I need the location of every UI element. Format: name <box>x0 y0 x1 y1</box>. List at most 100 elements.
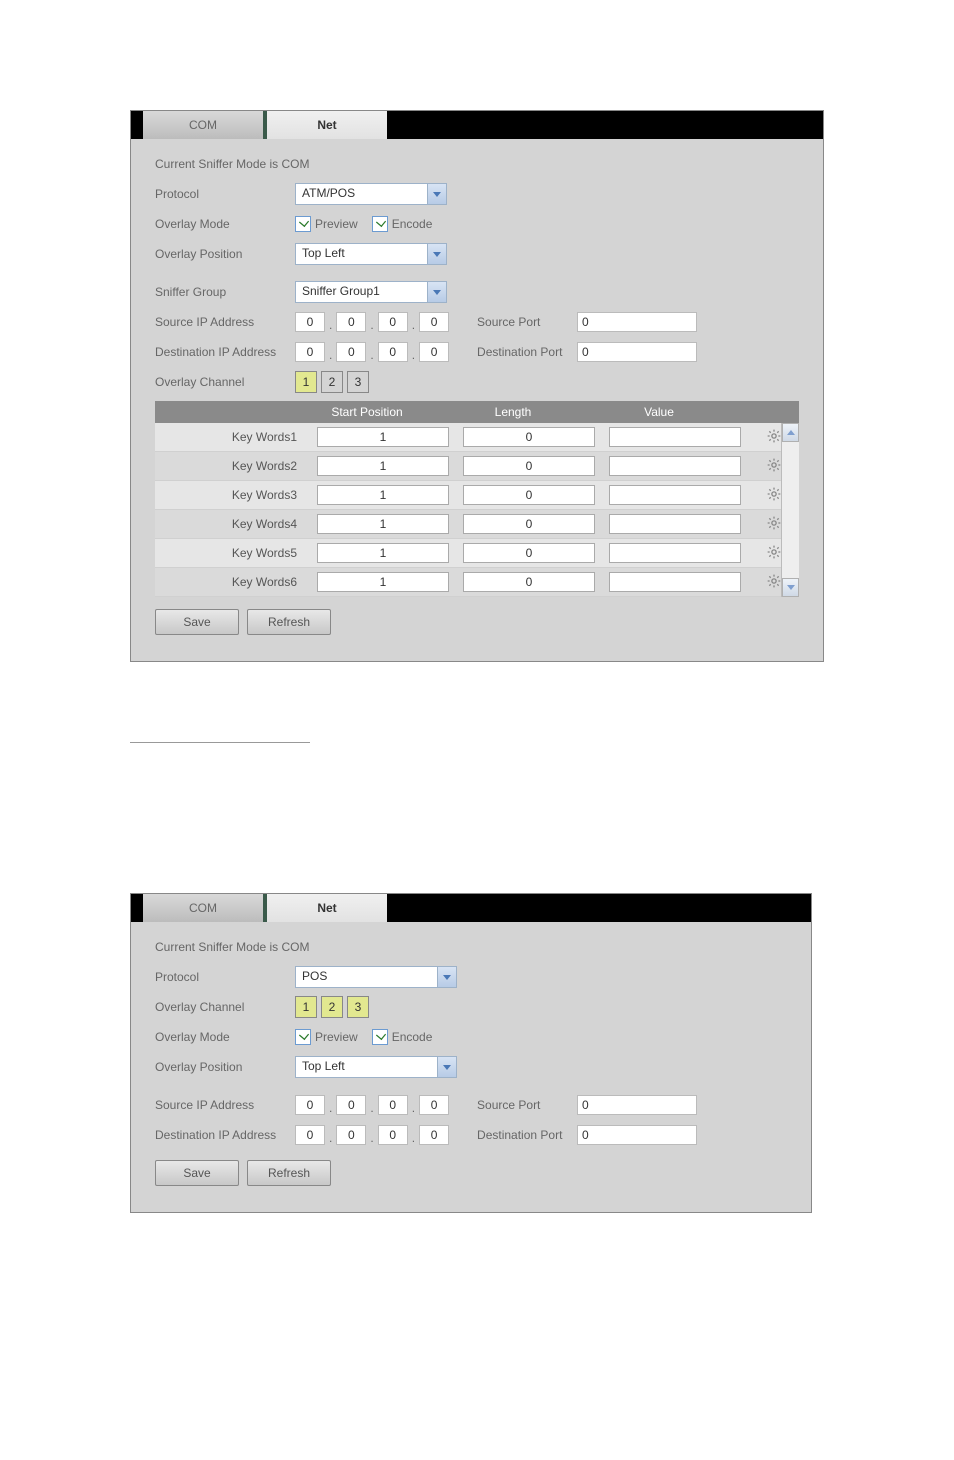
preview-checkbox[interactable] <box>295 1029 311 1045</box>
source-port-input[interactable]: 0 <box>577 1095 697 1115</box>
start-position-input[interactable]: 1 <box>317 543 449 563</box>
save-button[interactable]: Save <box>155 609 239 635</box>
dest-port-input[interactable]: 0 <box>577 342 697 362</box>
table-row: Key Words210 <box>155 452 799 481</box>
gear-icon[interactable] <box>766 544 782 560</box>
value-input[interactable] <box>609 485 741 505</box>
sniffer-panel-pos: COM Net Current Sniffer Mode is COM Prot… <box>130 893 812 1213</box>
value-input[interactable] <box>609 514 741 534</box>
overlay-channel-buttons: 123 <box>295 371 373 393</box>
channel-2-button[interactable]: 2 <box>321 996 343 1018</box>
value-input[interactable] <box>609 572 741 592</box>
source-ip-seg-1[interactable]: 0 <box>336 312 366 332</box>
channel-1-button[interactable]: 1 <box>295 371 317 393</box>
dest-ip-seg-1[interactable]: 0 <box>336 342 366 362</box>
keywords-table: Start Position Length Value Key Words110… <box>155 401 799 597</box>
channel-2-button[interactable]: 2 <box>321 371 343 393</box>
start-position-input[interactable]: 1 <box>317 456 449 476</box>
channel-1-button[interactable]: 1 <box>295 996 317 1018</box>
overlay-position-select[interactable]: Top Left <box>295 1056 457 1078</box>
start-position-input[interactable]: 1 <box>317 485 449 505</box>
kw-row-label: Key Words5 <box>155 546 317 560</box>
protocol-select[interactable]: ATM/POS <box>295 183 447 205</box>
sniffer-group-value: Sniffer Group1 <box>296 282 427 302</box>
label-sniffer-group: Sniffer Group <box>155 285 295 299</box>
encode-checkbox[interactable] <box>372 1029 388 1045</box>
dest-ip-seg-2[interactable]: 0 <box>378 1125 408 1145</box>
dest-ip-seg-1[interactable]: 0 <box>336 1125 366 1145</box>
label-source-port: Source Port <box>477 1098 577 1112</box>
kw-head-length: Length <box>443 405 583 419</box>
encode-checkbox[interactable] <box>372 216 388 232</box>
source-ip-seg-3[interactable]: 0 <box>419 312 449 332</box>
overlay-position-value: Top Left <box>296 1057 437 1077</box>
preview-label: Preview <box>315 217 358 231</box>
protocol-select[interactable]: POS <box>295 966 457 988</box>
value-input[interactable] <box>609 543 741 563</box>
label-source-ip: Source IP Address <box>155 315 295 329</box>
refresh-button[interactable]: Refresh <box>247 1160 331 1186</box>
source-ip-seg-3[interactable]: 0 <box>419 1095 449 1115</box>
label-protocol: Protocol <box>155 187 295 201</box>
source-ip-seg-0[interactable]: 0 <box>295 312 325 332</box>
gear-icon[interactable] <box>766 486 782 502</box>
channel-3-button[interactable]: 3 <box>347 996 369 1018</box>
length-input[interactable]: 0 <box>463 543 595 563</box>
gear-icon[interactable] <box>766 428 782 444</box>
dest-ip-seg-3[interactable]: 0 <box>419 1125 449 1145</box>
length-input[interactable]: 0 <box>463 427 595 447</box>
refresh-button[interactable]: Refresh <box>247 609 331 635</box>
kw-row-label: Key Words2 <box>155 459 317 473</box>
length-input[interactable]: 0 <box>463 514 595 534</box>
source-ip-seg-2[interactable]: 0 <box>378 312 408 332</box>
label-overlay-mode: Overlay Mode <box>155 1030 295 1044</box>
overlay-position-select[interactable]: Top Left <box>295 243 447 265</box>
scroll-down-button[interactable] <box>782 578 799 597</box>
save-button[interactable]: Save <box>155 1160 239 1186</box>
scroll-up-button[interactable] <box>782 423 799 442</box>
source-ip-seg-0[interactable]: 0 <box>295 1095 325 1115</box>
length-input[interactable]: 0 <box>463 485 595 505</box>
length-input[interactable]: 0 <box>463 572 595 592</box>
dest-ip-seg-3[interactable]: 0 <box>419 342 449 362</box>
source-ip-seg-2[interactable]: 0 <box>378 1095 408 1115</box>
dot-icon: . <box>366 1101 377 1115</box>
source-ip-seg-1[interactable]: 0 <box>336 1095 366 1115</box>
dot-icon: . <box>325 348 336 362</box>
dot-icon: . <box>325 1131 336 1145</box>
preview-checkbox[interactable] <box>295 216 311 232</box>
dest-ip-seg-0[interactable]: 0 <box>295 1125 325 1145</box>
table-row: Key Words410 <box>155 510 799 539</box>
source-port-input[interactable]: 0 <box>577 312 697 332</box>
preview-label: Preview <box>315 1030 358 1044</box>
dest-ip-seg-0[interactable]: 0 <box>295 342 325 362</box>
sniffer-group-select[interactable]: Sniffer Group1 <box>295 281 447 303</box>
gear-icon[interactable] <box>766 457 782 473</box>
label-overlay-mode: Overlay Mode <box>155 217 295 231</box>
start-position-input[interactable]: 1 <box>317 427 449 447</box>
channel-3-button[interactable]: 3 <box>347 371 369 393</box>
dot-icon: . <box>366 1131 377 1145</box>
length-input[interactable]: 0 <box>463 456 595 476</box>
start-position-input[interactable]: 1 <box>317 514 449 534</box>
tab-net[interactable]: Net <box>267 894 387 922</box>
start-position-input[interactable]: 1 <box>317 572 449 592</box>
tab-bar: COM Net <box>131 894 811 922</box>
value-input[interactable] <box>609 456 741 476</box>
gear-icon[interactable] <box>766 515 782 531</box>
label-protocol: Protocol <box>155 970 295 984</box>
tab-com[interactable]: COM <box>143 894 267 922</box>
value-input[interactable] <box>609 427 741 447</box>
scrollbar[interactable] <box>781 423 799 597</box>
label-overlay-channel: Overlay Channel <box>155 375 295 389</box>
gear-icon[interactable] <box>766 573 782 589</box>
overlay-channel-buttons: 123 <box>295 996 373 1018</box>
label-overlay-position: Overlay Position <box>155 247 295 261</box>
dest-port-input[interactable]: 0 <box>577 1125 697 1145</box>
scroll-track[interactable] <box>782 442 799 578</box>
kw-head-start: Start Position <box>297 405 437 419</box>
chevron-down-icon <box>427 244 446 264</box>
tab-net[interactable]: Net <box>267 111 387 139</box>
dest-ip-seg-2[interactable]: 0 <box>378 342 408 362</box>
tab-com[interactable]: COM <box>143 111 267 139</box>
